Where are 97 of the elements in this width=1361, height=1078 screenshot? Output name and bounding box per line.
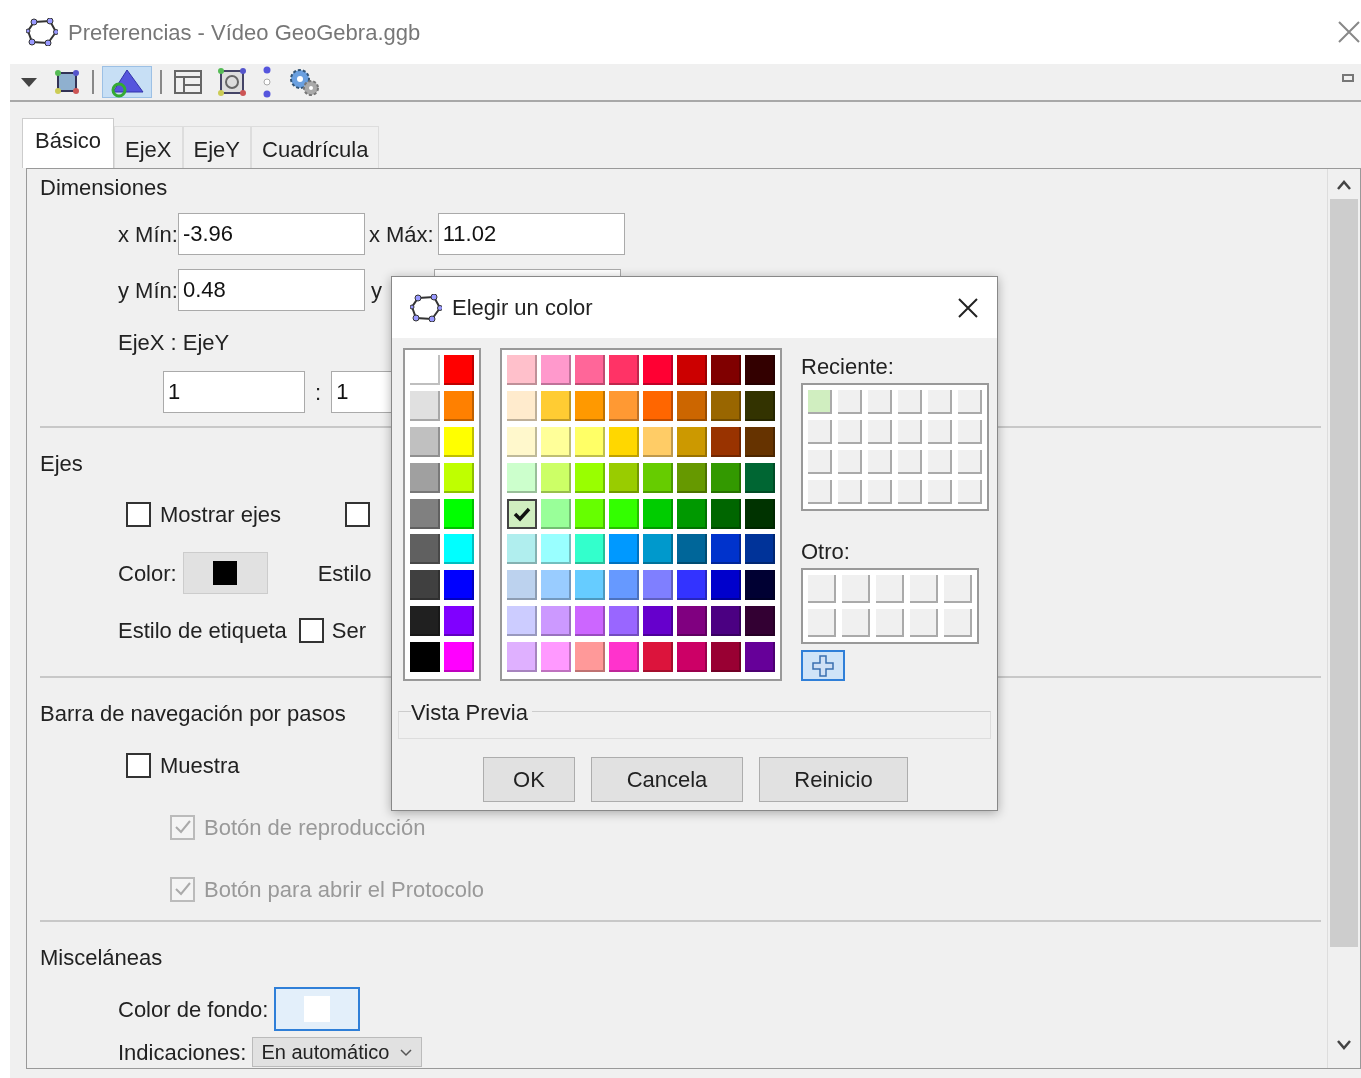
tab[interactable]: Básico [22,118,115,168]
empty-slot[interactable] [868,420,892,444]
scrollbar[interactable] [1327,169,1360,1068]
field-label: Color: [118,559,177,588]
empty-slot[interactable] [958,390,982,414]
empty-slot[interactable] [838,420,862,444]
color-button[interactable] [182,552,268,594]
field-label: y Mín: [118,276,178,305]
input-field[interactable]: 1 [163,371,305,413]
field-label: x Mín: [118,220,178,249]
plus-icon [811,653,835,678]
empty-slot[interactable] [838,390,862,414]
empty-slot[interactable] [868,390,892,414]
empty-slot[interactable] [838,480,862,504]
field-label: Estilo [317,559,372,588]
ratio-separator: : [315,378,322,407]
empty-slot[interactable] [808,420,832,444]
empty-slot[interactable] [898,390,922,414]
section-title: Ejes [40,449,83,478]
field-label: x Máx: [368,220,434,249]
more-options-icon [261,66,273,98]
section-title: Dimensiones [40,173,168,202]
checkbox[interactable] [298,617,324,643]
empty-slot[interactable] [928,480,952,504]
panel-handle-icon[interactable] [1342,74,1354,82]
checkbox[interactable] [345,501,371,527]
empty-slot[interactable] [958,420,982,444]
dialog-button[interactable]: Reinicio [759,757,908,802]
empty-slot[interactable] [808,480,832,504]
scrollbar-thumb[interactable] [1330,199,1358,947]
empty-slot[interactable] [944,575,972,603]
empty-slot[interactable] [868,450,892,474]
empty-slot[interactable] [808,450,832,474]
checkbox-label: Muestra [160,751,240,780]
dropdown[interactable]: En automático [252,1037,423,1067]
empty-slot[interactable] [958,480,982,504]
color-button[interactable] [274,987,361,1031]
layout-icon [173,68,203,96]
dialog-button[interactable]: Cancela [591,757,743,802]
empty-slot[interactable] [898,450,922,474]
app-logo-icon [26,18,58,46]
field-label: EjeX : EjeY [118,328,230,357]
empty-slot[interactable] [842,575,870,603]
dialog-title: Elegir un color [452,294,594,322]
dialog-button[interactable]: OK [483,757,575,802]
empty-slot[interactable] [842,609,870,637]
tab[interactable]: EjeX [114,126,183,168]
tab[interactable]: Cuadrícula [251,126,380,168]
empty-slot[interactable] [868,480,892,504]
checkbox-label: Mostrar ejes [160,500,282,529]
color-swatch[interactable] [507,498,537,529]
empty-slot[interactable] [910,575,938,603]
section-title: Misceláneas [40,943,163,972]
chevron-down-icon [399,1046,414,1058]
field-label: Color de fondo: [118,995,269,1024]
checkbox[interactable] [126,752,151,778]
app-logo-icon [410,293,442,322]
empty-slot[interactable] [898,420,922,444]
toolbar-button[interactable] [102,66,152,98]
checkbox-label: Botón para abrir el Protocolo [204,875,485,904]
close-icon[interactable] [957,296,979,319]
empty-slot[interactable] [808,609,836,637]
input-field[interactable]: 11.02 [437,213,625,255]
settings-icon [287,66,321,98]
window-title: Preferencias - Vídeo GeoGebra.ggb [68,18,421,47]
scroll-down-icon[interactable] [1336,1039,1352,1051]
checkbox-label: Botón de reproducción [204,813,426,842]
empty-slot[interactable] [808,575,836,603]
section-label: Otro: [801,538,851,566]
field-label: y [370,276,382,305]
empty-slot[interactable] [928,390,952,414]
empty-slot[interactable] [928,450,952,474]
empty-slot[interactable] [898,480,922,504]
empty-slot[interactable] [876,575,904,603]
empty-slot[interactable] [910,609,938,637]
check-icon [173,880,192,898]
color-swatch[interactable] [808,390,832,414]
checkbox-label: Ser [331,616,367,645]
empty-slot[interactable] [838,450,862,474]
check-icon [513,505,531,522]
checkbox[interactable] [126,501,151,527]
field-label: Indicaciones: [118,1038,247,1067]
input-field[interactable]: -3.96 [177,213,365,255]
tab[interactable]: EjeY [182,126,251,168]
add-color-button[interactable] [801,650,845,681]
section-label: Reciente: [801,353,895,381]
field-label: Estilo de etiqueta [118,616,287,645]
section-title: Barra de navegación por pasos [40,699,346,728]
framed-gear-icon [217,67,247,97]
dropdown-caret-icon [19,75,39,89]
empty-slot[interactable] [876,609,904,637]
input-field[interactable]: 0.48 [177,269,365,311]
scroll-up-icon[interactable] [1336,179,1352,191]
empty-slot[interactable] [928,420,952,444]
check-icon [173,818,192,836]
empty-slot[interactable] [958,450,982,474]
empty-slot[interactable] [944,609,972,637]
